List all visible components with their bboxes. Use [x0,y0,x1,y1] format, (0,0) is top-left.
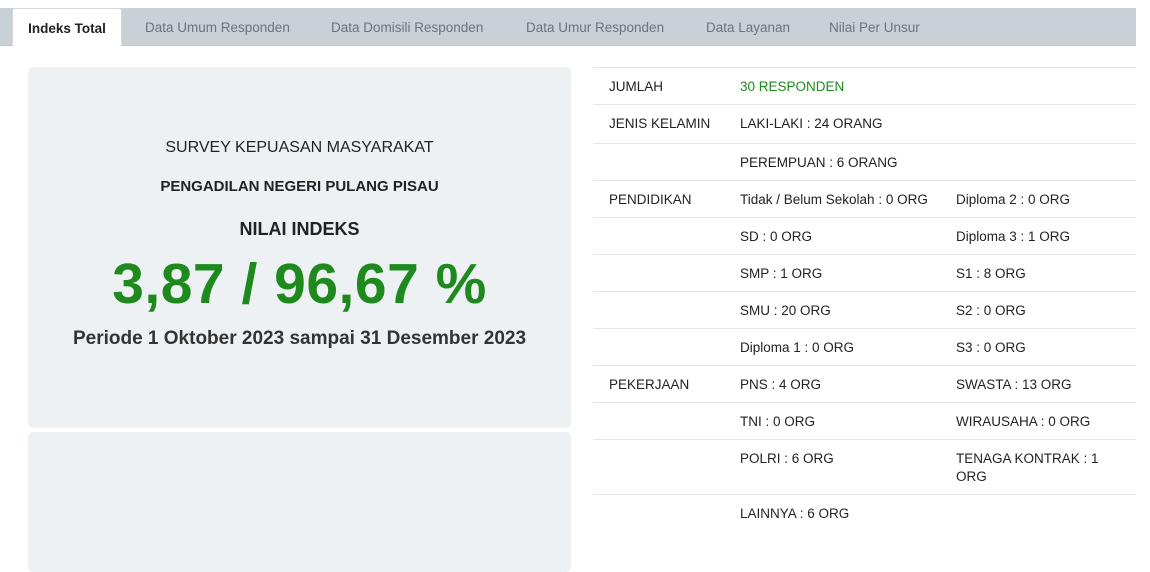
education-item: S2 : 0 ORG [938,291,1136,329]
education-item: SMU : 20 ORG [722,291,938,329]
education-item: Tidak / Belum Sekolah : 0 ORG [722,180,938,218]
survey-period: Periode 1 Oktober 2023 sampai 31 Desembe… [72,328,527,349]
education-item: Diploma 3 : 1 ORG [938,217,1136,255]
job-item: POLRI : 6 ORG [722,439,938,495]
education-item: SD : 0 ORG [722,217,938,255]
education-item: Diploma 1 : 0 ORG [722,328,938,366]
job-item: LAINNYA : 6 ORG [722,494,938,531]
job-item: PNS : 4 ORG [722,365,938,403]
table-row: PEREMPUAN : 6 ORANG [593,143,1136,181]
table-row: LAINNYA : 6 ORG [593,494,1136,531]
table-row: JUMLAH 30 RESPONDEN [593,67,1136,105]
table-row: SD : 0 ORG Diploma 3 : 1 ORG [593,217,1136,255]
job-item [938,494,1136,531]
tab-indeks-total[interactable]: Indeks Total [12,8,122,46]
jumlah-value: 30 RESPONDEN [722,67,1136,105]
index-value: 3,87 / 96,67 % [112,252,487,316]
respondent-stats-table: JUMLAH 30 RESPONDEN JENIS KELAMIN LAKI-L… [593,67,1136,531]
job-item: WIRAUSAHA : 0 ORG [938,402,1136,440]
gender-female: PEREMPUAN : 6 ORANG [722,143,1136,181]
gender-label: JENIS KELAMIN [593,104,722,144]
table-row: Diploma 1 : 0 ORG S3 : 0 ORG [593,328,1136,366]
job-item: SWASTA : 13 ORG [938,365,1136,403]
education-item: SMP : 1 ORG [722,254,938,292]
table-row: SMU : 20 ORG S2 : 0 ORG [593,291,1136,329]
secondary-panel [28,432,571,572]
tab-data-layanan[interactable]: Data Layanan [706,8,790,45]
tab-nilai-per-unsur[interactable]: Nilai Per Unsur [829,8,920,45]
tab-bar: Indeks Total Data Umum Responden Data Do… [0,8,1136,46]
table-row: JENIS KELAMIN LAKI-LAKI : 24 ORANG [593,104,1136,144]
gender-male: LAKI-LAKI : 24 ORANG [722,104,1136,144]
education-label: PENDIDIKAN [593,180,722,218]
table-row: PEKERJAAN PNS : 4 ORG SWASTA : 13 ORG [593,365,1136,403]
education-item: S3 : 0 ORG [938,328,1136,366]
job-item: TNI : 0 ORG [722,402,938,440]
jumlah-label: JUMLAH [593,67,722,105]
survey-title: SURVEY KEPUASAN MASYARAKAT [165,139,434,156]
education-item: Diploma 2 : 0 ORG [938,180,1136,218]
institution-name: PENGADILAN NEGERI PULANG PISAU [160,178,439,195]
index-label: NILAI INDEKS [239,219,360,239]
table-row: POLRI : 6 ORG TENAGA KONTRAK : 1 ORG [593,439,1136,495]
table-row: PENDIDIKAN Tidak / Belum Sekolah : 0 ORG… [593,180,1136,218]
tab-data-umum-responden[interactable]: Data Umum Responden [145,8,290,45]
table-row: TNI : 0 ORG WIRAUSAHA : 0 ORG [593,402,1136,440]
tab-data-domisili-responden[interactable]: Data Domisili Responden [331,8,483,45]
job-item: TENAGA KONTRAK : 1 ORG [938,439,1136,495]
index-summary-panel: SURVEY KEPUASAN MASYARAKAT PENGADILAN NE… [28,67,571,428]
table-row: SMP : 1 ORG S1 : 8 ORG [593,254,1136,292]
tab-data-umur-responden[interactable]: Data Umur Responden [526,8,664,45]
job-label: PEKERJAAN [593,365,722,403]
education-item: S1 : 8 ORG [938,254,1136,292]
